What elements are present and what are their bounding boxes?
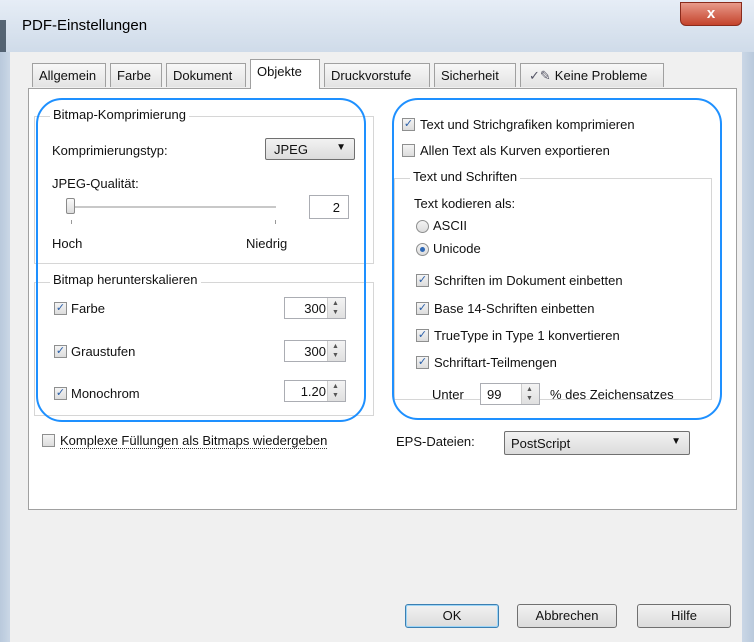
checkbox-monochrom-label: Monochrom [71, 386, 140, 401]
checkbox-complex-fills-label: Komplexe Füllungen als Bitmaps wiedergeb… [60, 433, 328, 449]
farbe-resolution-spinner[interactable]: 300 ▲ ▼ [284, 297, 346, 319]
checkbox-truetype-label: TrueType in Type 1 konvertieren [434, 328, 620, 343]
slider-high-label: Niedrig [246, 236, 288, 251]
radio-unicode-label: Unicode [433, 241, 481, 256]
checkbox-text-as-curves-label: Allen Text als Kurven exportieren [420, 143, 610, 158]
tab-objekte[interactable]: Objekte [250, 59, 320, 89]
checkbox-embed-base14-label: Base 14-Schriften einbetten [434, 301, 595, 316]
checkbox-text-as-curves[interactable] [402, 144, 415, 157]
checkbox-embed-base14[interactable]: ✓ [416, 302, 429, 315]
compression-type-label: Komprimierungstyp: [52, 143, 168, 158]
tab-keine-probleme-label: Keine Probleme [554, 68, 648, 83]
chevron-down-icon: ▼ [336, 142, 346, 153]
eps-label: EPS-Dateien: [396, 434, 475, 449]
chevron-down-icon: ▼ [671, 436, 681, 447]
graustufen-resolution-spinner[interactable]: 300 ▲ ▼ [284, 340, 346, 362]
radio-unicode[interactable] [416, 243, 429, 256]
radio-ascii-label: ASCII [433, 218, 467, 233]
checkbox-farbe-label: Farbe [71, 301, 105, 316]
group-label-text-fonts: Text und Schriften [410, 169, 521, 184]
help-button[interactable]: Hilfe [637, 604, 731, 628]
spinner-arrows-icon[interactable]: ▲ ▼ [521, 384, 539, 404]
radio-ascii[interactable] [416, 220, 429, 233]
checkbox-monochrom[interactable]: ✓ [54, 387, 67, 400]
tab-sicherheit[interactable]: Sicherheit [434, 63, 516, 87]
checkbox-compress-text-label: Text und Strichgrafiken komprimieren [420, 117, 635, 132]
subset-under-label: Unter [432, 387, 464, 402]
subset-threshold-spinner[interactable]: 99 ▲ ▼ [480, 383, 540, 405]
slider-tick-high [275, 220, 276, 224]
checkbox-truetype[interactable]: ✓ [416, 329, 429, 342]
slider-low-label: Hoch [52, 236, 83, 251]
tab-dokument[interactable]: Dokument [166, 63, 246, 87]
graustufen-resolution-value: 300 [304, 344, 326, 359]
window-frame-right [742, 52, 754, 642]
slider-tick-low [71, 220, 72, 224]
ok-button[interactable]: OK [405, 604, 499, 628]
cancel-button[interactable]: Abbrechen [517, 604, 617, 628]
tab-allgemein[interactable]: Allgemein [32, 63, 106, 87]
checkbox-farbe[interactable]: ✓ [54, 302, 67, 315]
checkbox-font-subset[interactable]: ✓ [416, 356, 429, 369]
compression-type-combo[interactable]: JPEG ▼ [265, 138, 355, 160]
window-title: PDF-Einstellungen [22, 17, 148, 34]
tab-druckvorstufe[interactable]: Druckvorstufe [324, 63, 430, 87]
farbe-resolution-value: 300 [304, 301, 326, 316]
window-frame-left [0, 52, 10, 642]
checkbox-embed-fonts-label: Schriften im Dokument einbetten [434, 273, 623, 288]
spinner-arrows-icon[interactable]: ▲ ▼ [327, 341, 345, 361]
subset-threshold-value: 99 [487, 387, 502, 402]
check-pen-icon: ✓✎ [529, 68, 551, 83]
checkbox-complex-fills[interactable] [42, 434, 55, 447]
quality-slider-thumb[interactable] [66, 198, 75, 214]
monochrom-resolution-value: 1.20 [300, 384, 326, 399]
spinner-arrows-icon[interactable]: ▲ ▼ [327, 298, 345, 318]
checkbox-compress-text[interactable]: ✓ [402, 118, 415, 131]
compression-type-value: JPEG [274, 142, 308, 157]
group-label-downsample: Bitmap herunterskalieren [50, 272, 201, 287]
jpeg-quality-input[interactable]: 2 [309, 195, 349, 219]
checkbox-embed-fonts[interactable]: ✓ [416, 274, 429, 287]
quality-slider-track [70, 206, 276, 209]
tab-keine-probleme[interactable]: ✓✎ Keine Probleme [520, 63, 664, 87]
eps-format-combo[interactable]: PostScript ▼ [504, 431, 690, 455]
close-button[interactable]: x [680, 2, 742, 26]
tab-farbe[interactable]: Farbe [110, 63, 162, 87]
group-label-bitmap-compression: Bitmap-Komprimierung [50, 107, 189, 122]
eps-format-value: PostScript [511, 436, 571, 451]
checkbox-font-subset-label: Schriftart-Teilmengen [434, 355, 557, 370]
jpeg-quality-value: 2 [332, 200, 340, 215]
spinner-arrows-icon[interactable]: ▲ ▼ [327, 381, 345, 401]
jpeg-quality-label: JPEG-Qualität: [52, 176, 139, 191]
encode-text-label: Text kodieren als: [414, 196, 516, 211]
checkbox-graustufen-label: Graustufen [71, 344, 136, 359]
subset-suffix-label: % des Zeichensatzes [550, 387, 674, 402]
monochrom-resolution-spinner[interactable]: 1.20 ▲ ▼ [284, 380, 346, 402]
checkbox-graustufen[interactable]: ✓ [54, 345, 67, 358]
